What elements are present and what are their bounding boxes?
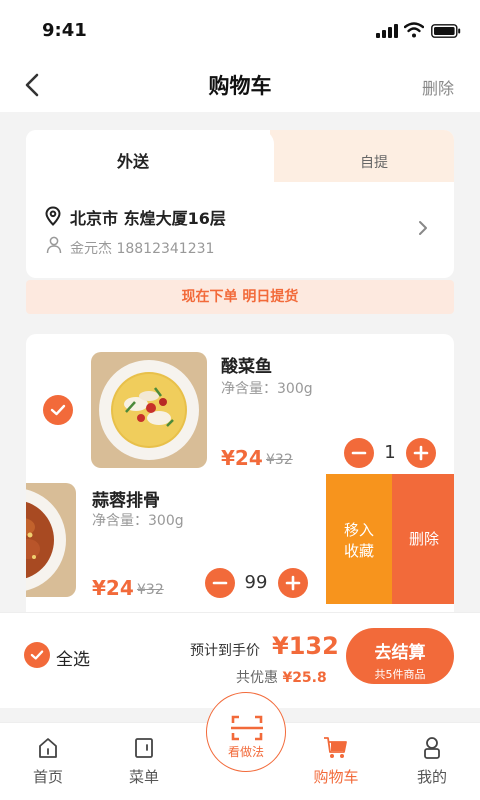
checkout-item-count: 共5件商品 — [374, 668, 426, 681]
discount-info: 共优惠 ¥25.8 — [236, 667, 327, 687]
ribs-dish-image[interactable] — [26, 483, 76, 597]
move-to-favorites-label-line2: 收藏 — [343, 542, 374, 560]
tab-cart[interactable]: 购物车 — [304, 736, 368, 787]
signal-icon — [376, 24, 398, 38]
home-icon — [39, 738, 57, 758]
tab-cart-label: 购物车 — [313, 768, 359, 786]
order-notice-banner: 现在下单 明日提货 — [26, 280, 454, 314]
checkout-button[interactable]: 去结算 共5件商品 — [346, 628, 454, 684]
tab-pickup[interactable]: 自提 — [270, 152, 454, 172]
tab-menu-label: 菜单 — [128, 768, 159, 786]
item-original-price: ¥32 — [266, 452, 293, 468]
move-to-favorites-button[interactable]: 移入 收藏 — [326, 474, 392, 604]
tab-delivery[interactable]: 外送 — [26, 148, 240, 172]
item-quantity[interactable]: 1 — [378, 442, 402, 463]
discount-value: ¥25.8 — [282, 670, 327, 686]
delivery-card: 外送 自提 北京市 东煌大厦16层 金元杰 18812341231 — [26, 130, 454, 278]
chevron-right-icon[interactable] — [416, 218, 430, 238]
discount-label: 共优惠 — [236, 670, 278, 686]
delete-link[interactable]: 删除 — [422, 75, 454, 99]
battery-icon — [431, 24, 461, 38]
select-all-label[interactable]: 全选 — [56, 645, 90, 670]
item-weight: 净含量：300g — [92, 513, 184, 529]
item-original-price: ¥32 — [137, 582, 164, 598]
contact-person-icon — [46, 236, 62, 254]
estimated-price-label: 预计到手价 — [190, 643, 260, 659]
tab-menu[interactable]: 菜单 — [112, 736, 176, 787]
fish-dish-image[interactable] — [91, 352, 207, 468]
move-to-favorites-label-line1: 移入 — [343, 521, 374, 539]
item-price: ¥24 — [221, 446, 263, 470]
contact-info: 金元杰 18812341231 — [70, 241, 215, 257]
decrease-quantity-button[interactable] — [344, 438, 374, 468]
scan-recipe-label[interactable]: 看做法 — [206, 743, 286, 760]
estimated-price: ¥132 — [272, 632, 339, 660]
swipe-delete-button[interactable]: 删除 — [392, 474, 454, 604]
location-pin-icon — [45, 206, 61, 226]
tab-home-label: 首页 — [32, 768, 63, 786]
profile-icon — [424, 737, 440, 759]
decrease-quantity-button[interactable] — [205, 568, 235, 598]
item-name: 酸菜鱼 — [221, 357, 272, 377]
increase-quantity-button[interactable] — [406, 438, 436, 468]
item-quantity[interactable]: 99 — [238, 572, 274, 593]
cart-list: 酸菜鱼 净含量：300g ¥24 ¥32 1 蒜蓉排骨 净含量：300g ¥24… — [26, 334, 454, 624]
cart-icon — [324, 737, 347, 758]
delivery-address[interactable]: 北京市 东煌大厦16层 — [70, 205, 226, 229]
item-weight: 净含量：300g — [221, 381, 313, 397]
select-all-checkbox[interactable] — [24, 642, 50, 668]
tab-home[interactable]: 首页 — [16, 736, 80, 787]
scan-recipe-button[interactable] — [206, 692, 286, 772]
item-checkbox[interactable] — [43, 395, 73, 425]
wifi-icon — [404, 22, 424, 38]
increase-quantity-button[interactable] — [278, 568, 308, 598]
item-name: 蒜蓉排骨 — [92, 491, 160, 511]
tab-profile[interactable]: 我的 — [400, 736, 464, 787]
item-price: ¥24 — [92, 576, 134, 600]
checkout-button-label: 去结算 — [374, 643, 426, 663]
status-time: 9:41 — [42, 20, 87, 41]
tab-profile-label: 我的 — [416, 768, 447, 786]
page-title: 购物车 — [208, 74, 272, 98]
menu-book-icon — [135, 738, 153, 758]
scan-icon — [231, 715, 263, 741]
